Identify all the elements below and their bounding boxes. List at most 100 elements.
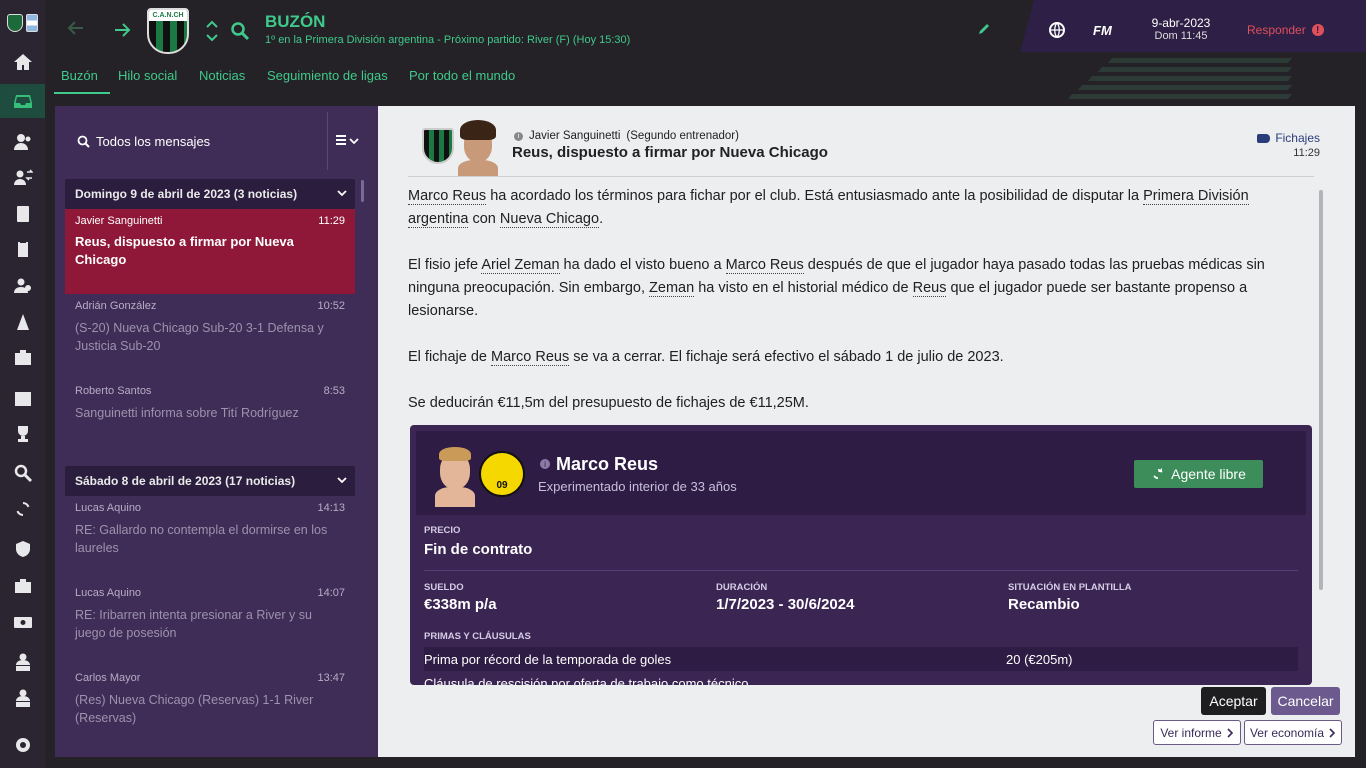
- chevron-right-icon: [1227, 727, 1233, 738]
- view-economy-button[interactable]: Ver economía: [1244, 720, 1342, 745]
- medical-nav[interactable]: [0, 340, 45, 374]
- world-button[interactable]: [1048, 21, 1066, 44]
- physio-link[interactable]: Zeman: [649, 280, 695, 297]
- tab-hilo-social[interactable]: Hilo social: [118, 68, 177, 83]
- message-filter[interactable]: Todos los mensajes: [55, 106, 327, 176]
- calendar-icon: [14, 392, 31, 406]
- message-sender: Javier Sanguinetti: [75, 215, 163, 227]
- chevron-right-icon: [1329, 727, 1336, 738]
- tab-buzon[interactable]: Buzón: [61, 68, 98, 83]
- fm-logo[interactable]: FM: [1093, 23, 1112, 38]
- briefcase-icon: [14, 579, 31, 593]
- menu-chevron-icon: [336, 135, 359, 145]
- transfers-nav[interactable]: [0, 492, 45, 526]
- sender-club-crest: [422, 128, 454, 164]
- message-item[interactable]: Lucas Aquino 14:07 RE: Iribarren intenta…: [65, 581, 355, 666]
- player-link[interactable]: Reus: [912, 280, 947, 297]
- bonus-name: Cláusula de rescisión por oferta de trab…: [424, 676, 749, 685]
- sender-role: (Segundo entrenador): [626, 130, 739, 142]
- player-name[interactable]: Marco Reus: [556, 454, 658, 475]
- club-link[interactable]: Nueva Chicago: [499, 211, 600, 228]
- message-tag[interactable]: Fichajes: [1257, 131, 1320, 145]
- group-label: Domingo 9 de abril de 2023 (3 noticias): [75, 187, 298, 201]
- club-badges[interactable]: [0, 0, 45, 46]
- training-cone-icon: [16, 314, 29, 330]
- page-subtitle: 1º en la Primera División argentina - Pr…: [265, 34, 631, 46]
- schedule-nav[interactable]: [0, 381, 45, 415]
- reports-nav[interactable]: [0, 232, 45, 266]
- training-nav[interactable]: [0, 305, 45, 339]
- active-tab-indicator: [54, 92, 110, 94]
- message-item-selected[interactable]: Javier Sanguinetti 11:29 Reus, dispuesto…: [65, 209, 355, 294]
- list-options-button[interactable]: [335, 134, 361, 153]
- sender-line: i Javier Sanguinetti (Segundo entrenador…: [514, 130, 739, 142]
- view-report-button[interactable]: Ver informe: [1153, 720, 1241, 745]
- info-icon[interactable]: i: [514, 131, 523, 141]
- accept-button[interactable]: Aceptar: [1201, 687, 1266, 715]
- tab-seguimiento-ligas[interactable]: Seguimiento de ligas: [267, 68, 388, 83]
- message-scrollbar[interactable]: [1319, 190, 1323, 590]
- pencil-icon: [979, 24, 989, 34]
- bonus-row: Prima por récord de la temporada de gole…: [424, 647, 1298, 671]
- date-group-sunday[interactable]: Domingo 9 de abril de 2023 (3 noticias): [65, 179, 355, 209]
- sender-name[interactable]: Javier Sanguinetti: [529, 130, 620, 142]
- scouting-nav[interactable]: [0, 456, 45, 490]
- tactics-nav[interactable]: [0, 197, 45, 231]
- clipboard-icon: [17, 240, 28, 257]
- arrow-right-icon: [115, 23, 131, 37]
- message-item[interactable]: Lucas Aquino 14:13 RE: Gallardo no conte…: [65, 496, 355, 581]
- group-label: Sábado 8 de abril de 2023 (17 noticias): [75, 474, 296, 488]
- up-down-arrows[interactable]: [205, 18, 219, 49]
- cancel-button[interactable]: Cancelar: [1271, 687, 1340, 715]
- back-button[interactable]: [65, 18, 85, 44]
- tag-icon: [1257, 133, 1271, 143]
- staff-nav[interactable]: [0, 269, 45, 303]
- refresh-icon: [1153, 468, 1163, 480]
- competitions-nav[interactable]: [0, 417, 45, 451]
- status-button[interactable]: Agente libre: [1134, 460, 1263, 488]
- paragraph-3: El fichaje de Marco Reus se va a cerrar.…: [408, 349, 1004, 366]
- staff-icon: [13, 278, 31, 293]
- message-item[interactable]: Roberto Santos 8:53 Sanguinetti informa …: [65, 379, 355, 464]
- player-link[interactable]: Marco Reus: [491, 349, 570, 366]
- squad-nav[interactable]: [0, 125, 45, 159]
- list-scrollbar[interactable]: [361, 180, 364, 202]
- physio-link[interactable]: Ariel Zeman: [481, 257, 560, 274]
- tab-noticias[interactable]: Noticias: [199, 68, 245, 83]
- message-subject: Sanguinetti informa sobre Tití Rodríguez: [75, 406, 299, 420]
- player-link[interactable]: Marco Reus: [725, 257, 804, 274]
- message-item[interactable]: Carlos Mayor 13:47 (Res) Nueva Chicago (…: [65, 666, 355, 751]
- home-nav[interactable]: [0, 45, 45, 79]
- u20-nav[interactable]: [0, 681, 45, 715]
- info-icon[interactable]: i: [540, 459, 550, 469]
- bonus-name: Prima por récord de la temporada de gole…: [424, 652, 672, 667]
- date-group-saturday[interactable]: Sábado 8 de abril de 2023 (17 noticias): [65, 466, 355, 496]
- home-icon: [13, 54, 32, 70]
- status-label: Agente libre: [1171, 466, 1246, 482]
- edit-button[interactable]: [977, 22, 991, 41]
- message-item[interactable]: Adrián González 10:52 (S-20) Nueva Chica…: [65, 294, 355, 379]
- search-button[interactable]: [230, 21, 250, 46]
- reserves-nav[interactable]: [0, 645, 45, 679]
- dynamics-nav[interactable]: [0, 161, 45, 195]
- message-time: 10:52: [317, 300, 345, 312]
- paragraph-4: Se deducirán €11,5m del presupuesto de f…: [408, 395, 809, 411]
- inbox-nav[interactable]: [0, 84, 45, 118]
- club-crest[interactable]: C.A.N.CH: [147, 8, 189, 54]
- settings-nav[interactable]: [0, 728, 45, 762]
- people-icon: [13, 134, 30, 150]
- respond-button[interactable]: Responder !: [1247, 23, 1324, 37]
- tab-por-todo-el-mundo[interactable]: Por todo el mundo: [409, 68, 515, 83]
- duration-label: DURACIÓN: [716, 582, 768, 593]
- finances-nav[interactable]: [0, 605, 45, 639]
- trophy-icon: [17, 426, 28, 442]
- tactics-board-icon: [16, 206, 29, 222]
- message-time: 13:47: [317, 672, 345, 684]
- player-link[interactable]: Marco Reus: [408, 188, 487, 205]
- bonus-row: Cláusula de rescisión por oferta de trab…: [424, 672, 1298, 685]
- alert-icon: !: [1311, 24, 1324, 36]
- forward-button[interactable]: [113, 20, 133, 45]
- club-nav[interactable]: [0, 532, 45, 566]
- filter-divider: [327, 112, 328, 170]
- board-nav[interactable]: [0, 569, 45, 603]
